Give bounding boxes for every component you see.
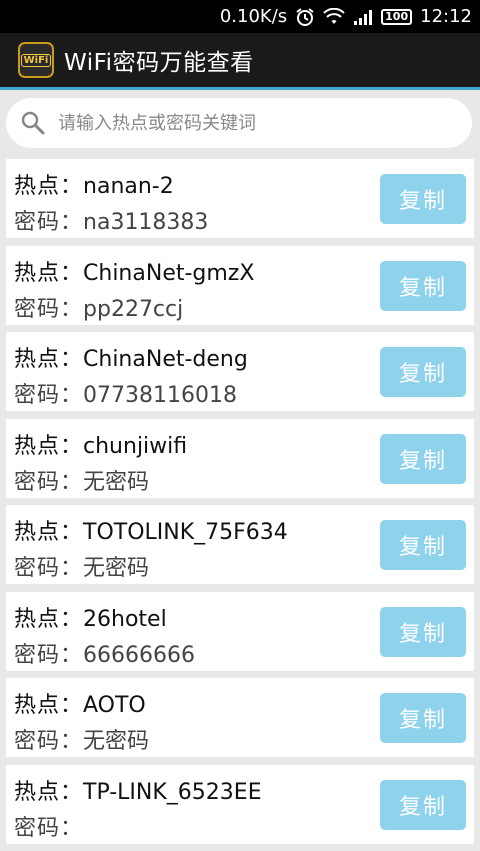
battery-icon: 100 xyxy=(381,8,413,25)
app-title-bar: WiFi WiFi密码万能查看 xyxy=(0,33,480,90)
password-line: 密码：pp227ccj xyxy=(14,291,183,323)
password-line: 密码： xyxy=(14,810,83,842)
app-logo-icon: WiFi xyxy=(18,42,54,78)
hotspot-ssid: TOTOLINK_75F634 xyxy=(83,520,288,545)
hotspot-password: 无密码 xyxy=(83,469,150,495)
hotspot-line: 热点：TP-LINK_6523EE xyxy=(14,774,262,806)
copy-button[interactable]: 复制 xyxy=(380,260,466,311)
list-item: 热点：nanan-2 密码：na3118383 复制 xyxy=(6,159,474,238)
hotspot-label: 热点： xyxy=(14,606,84,632)
hotspot-ssid: AOTO xyxy=(83,693,146,718)
hotspot-ssid: chunjiwifi xyxy=(83,433,188,459)
search-icon xyxy=(21,111,45,135)
wifi-signal-icon xyxy=(323,7,345,26)
password-label: 密码： xyxy=(14,383,84,408)
network-speed: 0.10K/s xyxy=(219,6,288,27)
copy-button[interactable]: 复制 xyxy=(380,779,466,830)
password-label: 密码： xyxy=(14,210,84,235)
list-item: 热点：ChinaNet-gmzX 密码：pp227ccj 复制 xyxy=(6,245,474,325)
hotspot-password: pp227ccj xyxy=(83,296,184,322)
search-bar[interactable] xyxy=(6,98,472,148)
password-label: 密码： xyxy=(14,469,84,495)
password-line: 密码：66666666 xyxy=(14,637,195,669)
list-item: 热点：ChinaNet-deng 密码：07738116018 复制 xyxy=(6,332,474,411)
hotspot-label: 热点： xyxy=(14,779,84,805)
copy-button[interactable]: 复制 xyxy=(380,174,466,224)
status-bar: 0.10K/s 100 12:12 xyxy=(0,0,480,33)
hotspot-ssid: nanan-2 xyxy=(83,174,174,199)
password-label: 密码： xyxy=(14,556,84,581)
hotspot-list: 热点：nanan-2 密码：na3118383 复制 热点：ChinaNet-g… xyxy=(6,159,474,851)
hotspot-label: 热点： xyxy=(14,520,84,545)
password-label: 密码： xyxy=(14,296,84,322)
hotspot-label: 热点： xyxy=(14,260,84,286)
copy-button[interactable]: 复制 xyxy=(380,520,466,570)
password-line: 密码：无密码 xyxy=(14,723,149,755)
hotspot-label: 热点： xyxy=(14,347,84,372)
copy-button[interactable]: 复制 xyxy=(380,433,466,484)
hotspot-ssid: ChinaNet-gmzX xyxy=(83,260,255,286)
clock: 12:12 xyxy=(420,6,472,27)
hotspot-password: na3118383 xyxy=(83,210,209,235)
password-label: 密码： xyxy=(14,642,84,668)
list-item: 热点：26hotel 密码：66666666 复制 xyxy=(6,591,474,671)
password-label: 密码： xyxy=(14,729,84,754)
list-item: 热点：AOTO 密码：无密码 复制 xyxy=(6,678,474,757)
hotspot-line: 热点：AOTO xyxy=(14,687,146,719)
password-line: 密码：无密码 xyxy=(14,464,149,496)
hotspot-line: 热点：ChinaNet-deng xyxy=(14,341,248,373)
hotspot-line: 热点：26hotel xyxy=(14,601,167,633)
copy-button[interactable]: 复制 xyxy=(380,606,466,657)
password-line: 密码：无密码 xyxy=(14,550,149,582)
hotspot-ssid: ChinaNet-deng xyxy=(83,347,248,372)
app-title: WiFi密码万能查看 xyxy=(64,50,254,76)
hotspot-password: 66666666 xyxy=(83,642,195,668)
hotspot-line: 热点：chunjiwifi xyxy=(14,428,187,460)
cell-signal-icon xyxy=(353,8,373,26)
copy-button[interactable]: 复制 xyxy=(380,347,466,397)
app-logo-text: WiFi xyxy=(20,53,52,67)
hotspot-label: 热点： xyxy=(14,433,84,459)
search-input[interactable] xyxy=(56,111,472,135)
hotspot-line: 热点：TOTOLINK_75F634 xyxy=(14,514,288,546)
hotspot-password: 无密码 xyxy=(83,556,150,581)
list-item: 热点：TP-LINK_6523EE 密码： 复制 xyxy=(6,764,474,844)
alarm-icon xyxy=(295,7,315,27)
hotspot-label: 热点： xyxy=(14,174,84,199)
hotspot-label: 热点： xyxy=(14,693,84,718)
list-item: 热点：chunjiwifi 密码：无密码 复制 xyxy=(6,418,474,498)
list-item: 热点：TOTOLINK_75F634 密码：无密码 复制 xyxy=(6,505,474,584)
copy-button[interactable]: 复制 xyxy=(380,693,466,743)
hotspot-line: 热点：ChinaNet-gmzX xyxy=(14,255,254,287)
hotspot-ssid: 26hotel xyxy=(83,606,167,632)
hotspot-password: 07738116018 xyxy=(83,383,237,408)
hotspot-line: 热点：nanan-2 xyxy=(14,168,174,200)
password-line: 密码：na3118383 xyxy=(14,204,208,236)
password-line: 密码：07738116018 xyxy=(14,377,237,409)
password-label: 密码： xyxy=(14,815,84,841)
hotspot-password: 无密码 xyxy=(83,729,150,754)
hotspot-ssid: TP-LINK_6523EE xyxy=(83,779,262,805)
